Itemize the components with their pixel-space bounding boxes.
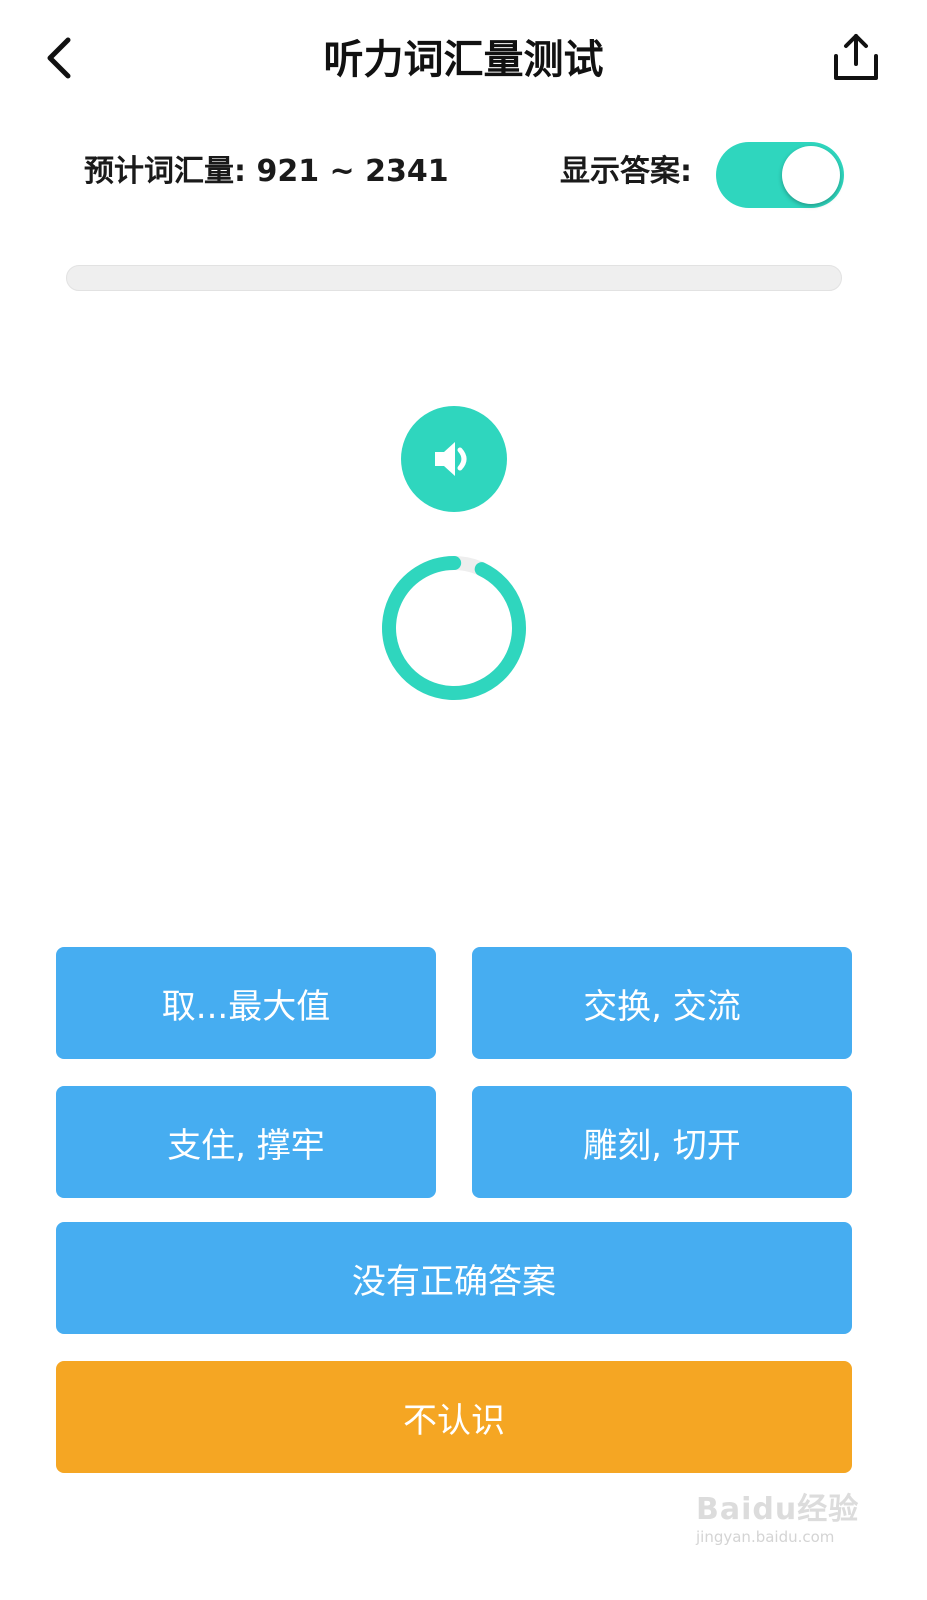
vocabulary-estimate: 预计词汇量: 921 ~ 2341	[84, 154, 449, 189]
watermark-url: jingyan.baidu.com	[696, 1528, 835, 1546]
countdown-timer-ring	[382, 556, 526, 700]
toggle-knob	[782, 146, 840, 204]
baidu-jingyan-watermark: Baidu经验 jingyan.baidu.com	[692, 1484, 882, 1550]
answer-option-4[interactable]: 雕刻, 切开	[472, 1086, 852, 1198]
chevron-left-icon	[47, 37, 71, 79]
answer-option-1[interactable]: 取...最大值	[56, 947, 436, 1059]
speaker-volume-icon	[435, 442, 467, 476]
share-button[interactable]	[826, 28, 886, 88]
page-title: 听力词汇量测试	[323, 37, 604, 83]
show-answer-toggle[interactable]	[716, 142, 844, 208]
no-correct-answer-button[interactable]: 没有正确答案	[56, 1222, 852, 1334]
back-button[interactable]	[30, 30, 86, 86]
watermark-logo-text: Baidu经验	[696, 1492, 860, 1527]
answer-option-3[interactable]: 支住, 撑牢	[56, 1086, 436, 1198]
show-answer-label: 显示答案:	[560, 154, 692, 189]
play-audio-button[interactable]	[401, 406, 507, 512]
answer-option-2[interactable]: 交换, 交流	[472, 947, 852, 1059]
timer-arc	[382, 556, 526, 700]
test-progress-bar	[66, 265, 842, 291]
dont-know-button[interactable]: 不认识	[56, 1361, 852, 1473]
share-upload-icon	[834, 34, 878, 80]
